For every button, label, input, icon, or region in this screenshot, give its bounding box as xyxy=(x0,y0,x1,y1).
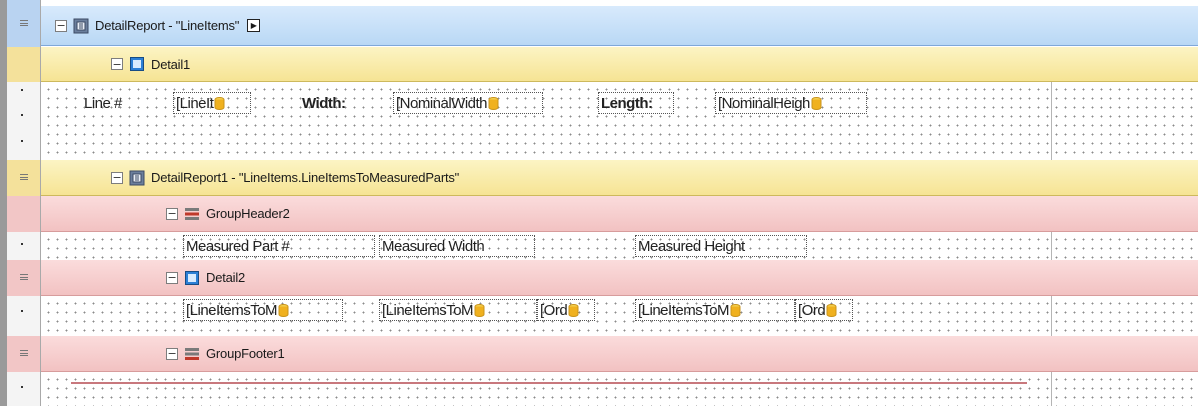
page-margin-line xyxy=(1051,372,1052,406)
band-group-footer1[interactable]: − GroupFooter1 xyxy=(41,336,1198,372)
measured-width-header[interactable]: Measured Width xyxy=(379,235,535,257)
collapse-icon[interactable]: − xyxy=(111,58,123,70)
band-caption-detail2: Detail2 xyxy=(206,270,246,285)
collapse-icon[interactable]: − xyxy=(166,271,178,284)
detail-report-icon xyxy=(73,18,89,34)
width-value-field[interactable]: [NominalWidth xyxy=(393,92,543,114)
detail2-surface[interactable]: [LineItemsToM [LineItemsToM [Ord [LineIt… xyxy=(41,296,1198,336)
band-detail2[interactable]: − Detail2 xyxy=(41,260,1198,296)
detail1-surface[interactable]: Line # [LineIt Width: [NominalWidth Leng… xyxy=(41,82,1198,160)
band-detail-report1[interactable]: − DetailReport1 - "LineItems.LineItemsTo… xyxy=(41,160,1198,196)
database-icon xyxy=(568,303,579,317)
ruler-handle-detail-report1[interactable] xyxy=(7,160,40,196)
detail-band-icon xyxy=(184,270,200,286)
group-band-icon xyxy=(184,346,200,362)
collapse-icon[interactable]: − xyxy=(166,207,178,220)
database-icon xyxy=(214,96,225,110)
footer-separator-line[interactable] xyxy=(71,382,1027,384)
collapse-icon[interactable]: − xyxy=(111,171,123,184)
part-value-field[interactable]: [LineItemsToM xyxy=(183,299,343,321)
band-caption-detail-report1: DetailReport1 - "LineItems.LineItemsToMe… xyxy=(151,170,460,185)
measured-height-header[interactable]: Measured Height xyxy=(635,235,807,257)
line-label[interactable]: Line # xyxy=(81,92,125,114)
ruler-tick xyxy=(21,310,23,312)
group-band-icon xyxy=(184,206,200,222)
database-icon xyxy=(826,303,837,317)
band-detail1[interactable]: − Detail1 xyxy=(41,47,1198,82)
collapse-icon[interactable]: − xyxy=(166,347,178,360)
page-margin-line xyxy=(1051,232,1052,260)
height-order-field[interactable]: [Ord xyxy=(795,299,853,321)
page-margin-line xyxy=(1051,296,1052,336)
ruler-tick xyxy=(21,89,23,91)
collapse-icon[interactable]: − xyxy=(55,19,67,32)
page-margin-line xyxy=(1051,82,1052,160)
database-icon xyxy=(811,96,822,110)
group-footer1-surface[interactable] xyxy=(41,372,1198,406)
band-caption-group-header2: GroupHeader2 xyxy=(206,206,290,221)
group-header2-surface[interactable]: Measured Part # Measured Width Measured … xyxy=(41,232,1198,260)
length-label[interactable]: Length: xyxy=(598,92,674,114)
measured-part-header[interactable]: Measured Part # xyxy=(183,235,375,257)
ruler-handle-group-header2[interactable] xyxy=(7,196,40,232)
detail-report-icon xyxy=(129,170,145,186)
band-group-header2[interactable]: − GroupHeader2 xyxy=(41,196,1198,232)
ruler-tick xyxy=(21,114,23,116)
database-icon xyxy=(730,303,741,317)
ruler-tick xyxy=(21,386,23,388)
band-caption-detail1: Detail1 xyxy=(151,56,191,72)
ruler-handle-detail-report[interactable] xyxy=(7,0,40,47)
smart-tag-icon[interactable]: ▶ xyxy=(247,19,261,32)
line-value-field[interactable]: [LineIt xyxy=(173,92,251,114)
ruler-tick xyxy=(21,243,23,245)
ruler-handle-detail2[interactable] xyxy=(7,260,40,296)
height-value-field[interactable]: [LineItemsToM xyxy=(635,299,795,321)
ruler-handle-detail1[interactable] xyxy=(7,47,40,82)
width-order-field[interactable]: [Ord xyxy=(537,299,595,321)
length-value-field[interactable]: [NominalHeigh xyxy=(715,92,867,114)
database-icon xyxy=(488,96,499,110)
width-value-field[interactable]: [LineItemsToM xyxy=(379,299,537,321)
ruler-handle-group-footer1[interactable] xyxy=(7,336,40,372)
width-label[interactable]: Width: xyxy=(299,92,349,114)
database-icon xyxy=(474,303,485,317)
band-caption-group-footer1: GroupFooter1 xyxy=(206,346,285,361)
band-detail-report[interactable]: − DetailReport - "LineItems" ▶ xyxy=(41,6,1198,46)
database-icon xyxy=(278,303,289,317)
ruler-tick xyxy=(21,140,23,142)
band-caption-detail-report: DetailReport - "LineItems" xyxy=(95,18,240,33)
ruler-edge xyxy=(0,0,7,406)
detail-band-icon xyxy=(129,56,145,72)
